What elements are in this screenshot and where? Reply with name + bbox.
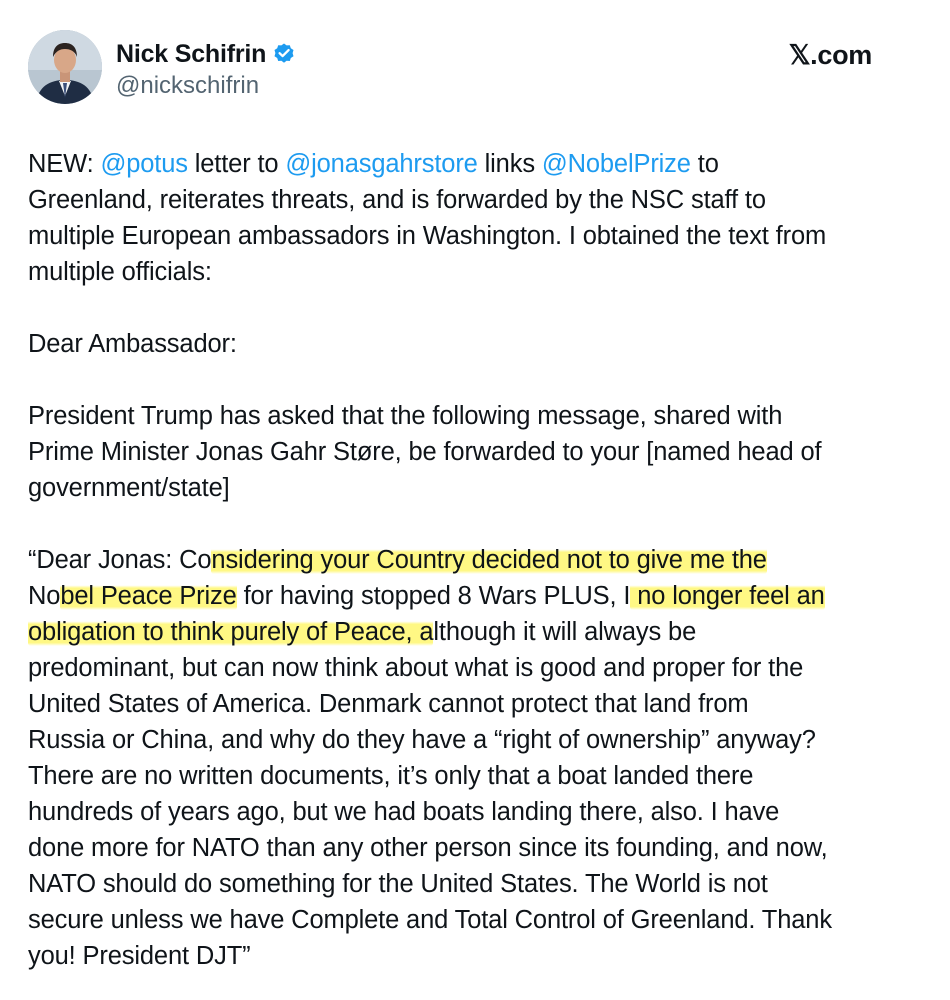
text-line: secure unless we have Complete and Total… [28,906,832,934]
post-card: Nick Schifrin @nickschifrin 𝕏.com NEW: @… [0,0,950,1000]
text-line: United States of America. Denmark cannot… [28,690,749,718]
post-header: Nick Schifrin @nickschifrin 𝕏.com [28,30,880,108]
text-segment: links [477,150,542,178]
x-logo-source[interactable]: 𝕏.com [789,40,873,71]
text-line: NATO should do something for the United … [28,870,768,898]
author-handle[interactable]: @nickschifrin [116,72,296,100]
text-line: President Trump has asked that the follo… [28,402,783,430]
mention-potus[interactable]: @potus [100,150,188,178]
text-line: There are no written documents, it’s onl… [28,762,754,790]
text-line: hundreds of years ago, but we had boats … [28,798,780,826]
text-line: multiple European ambassadors in Washing… [28,222,827,250]
text-line: “Dear Jonas: Considering your Country de… [28,542,908,578]
text-segment: NEW: [28,150,101,178]
text-line: Greenland, reiterates threats, and is fo… [28,186,766,214]
highlighted-text: bel Peace Prize [60,582,237,610]
text-line: government/state] [28,474,230,502]
text-segment: letter to [187,150,286,178]
author-info: Nick Schifrin @nickschifrin [116,38,296,100]
highlighted-text: no longer feel an [630,582,825,610]
text-line: Russia or China, and why do they have a … [28,726,816,754]
text-line: obligation to think purely of Peace, alt… [28,614,908,650]
verified-badge-icon [272,42,296,66]
text-line: Prime Minister Jonas Gahr Støre, be forw… [28,438,822,466]
post-text: NEW: @potus letter to @jonasgahrstore li… [28,146,908,974]
text-segment: for having stopped 8 Wars PLUS, I [236,582,631,610]
text-line: Nobel Peace Prize for having stopped 8 W… [28,578,908,614]
text-segment: No [28,582,61,610]
text-segment: to [690,150,719,178]
name-row: Nick Schifrin [116,38,296,70]
mention-jonasgahrstore[interactable]: @jonasgahrstore [285,150,477,178]
text-line: NEW: @potus letter to @jonasgahrstore li… [28,146,908,182]
text-line: predominant, but can now think about wha… [28,654,804,682]
avatar[interactable] [28,30,102,104]
mention-nobelprize[interactable]: @NobelPrize [542,150,691,178]
avatar-image [28,30,102,104]
salutation: Dear Ambassador: [28,330,237,358]
text-line: multiple officials: [28,258,212,286]
highlighted-text: obligation to think purely of Peace, a [28,618,434,646]
author-name[interactable]: Nick Schifrin [116,40,266,69]
text-line: you! President DJT” [28,942,251,970]
text-segment: “Dear Jonas: Co [28,546,212,574]
text-segment: lthough it will always be [433,618,697,646]
highlighted-text: nsidering your Country decided not to gi… [211,546,767,574]
text-line: done more for NATO than any other person… [28,834,828,862]
